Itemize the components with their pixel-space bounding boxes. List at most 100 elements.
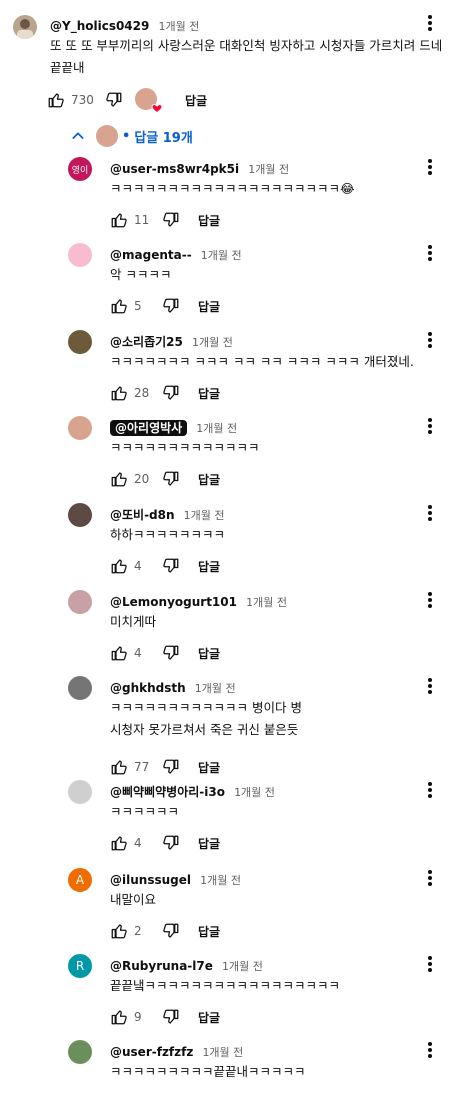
reply-time[interactable]: 1개월 전 bbox=[201, 249, 242, 262]
reply-author[interactable]: @magenta-- bbox=[110, 248, 192, 262]
reply-button[interactable]: 답글 bbox=[198, 558, 220, 575]
reply-button[interactable]: 답글 bbox=[198, 298, 220, 315]
reply-time[interactable]: 1개월 전 bbox=[192, 336, 233, 349]
reply-time[interactable]: 1개월 전 bbox=[195, 682, 236, 695]
reply-menu-icon[interactable] bbox=[420, 954, 440, 974]
comment-time[interactable]: 1개월 전 bbox=[158, 20, 199, 33]
reply-button[interactable]: 답글 bbox=[198, 385, 220, 402]
reply-author[interactable]: @삐약삐약병아리-i3o bbox=[110, 785, 225, 799]
dislike-icon[interactable] bbox=[162, 557, 180, 575]
like-icon[interactable] bbox=[110, 758, 128, 776]
reply-avatar[interactable] bbox=[68, 780, 92, 804]
reply-menu-icon[interactable] bbox=[420, 416, 440, 436]
reply-menu-icon[interactable] bbox=[420, 868, 440, 888]
like-icon[interactable] bbox=[110, 211, 128, 229]
like-icon[interactable] bbox=[110, 922, 128, 940]
reply-avatar[interactable]: 영이 bbox=[68, 157, 92, 181]
reply-avatar[interactable] bbox=[68, 1040, 92, 1064]
dislike-icon[interactable] bbox=[162, 211, 180, 229]
chevron-up-icon bbox=[72, 132, 84, 139]
reply-comment: @ghkhdsth 1개월 전 ㅋㅋㅋㅋㅋㅋㅋㅋㅋㅋㅋㅋ 병이다 병 시청자 못… bbox=[60, 676, 463, 756]
comment-author[interactable]: @Y_holics0429 bbox=[50, 19, 149, 33]
reply-time[interactable]: 1개월 전 bbox=[184, 509, 225, 522]
reply-avatar[interactable] bbox=[68, 416, 92, 440]
like-count: 4 bbox=[134, 646, 142, 660]
reply-button[interactable]: 답글 bbox=[198, 835, 220, 852]
reply-time[interactable]: 1개월 전 bbox=[200, 874, 241, 887]
reply-text: 끝끝냌ㅋㅋㅋㅋㅋㅋㅋㅋㅋㅋㅋㅋㅋㅋㅋㅋㅋ bbox=[110, 978, 341, 993]
reply-avatar[interactable]: A bbox=[68, 868, 92, 892]
reply-comment: @삐약삐약병아리-i3o 1개월 전 ㅋㅋㅋㅋㅋㅋ 4 답글 bbox=[60, 780, 463, 860]
like-icon[interactable] bbox=[110, 644, 128, 662]
reply-actions: 4 답글 bbox=[110, 832, 220, 854]
reply-menu-icon[interactable] bbox=[420, 503, 440, 523]
reply-avatar[interactable] bbox=[68, 503, 92, 527]
reply-time[interactable]: 1개월 전 bbox=[196, 422, 237, 435]
like-count: 5 bbox=[134, 299, 142, 313]
like-icon[interactable] bbox=[110, 557, 128, 575]
dislike-icon[interactable] bbox=[162, 470, 180, 488]
like-icon[interactable] bbox=[110, 384, 128, 402]
dislike-icon[interactable] bbox=[162, 384, 180, 402]
reply-author[interactable]: @아리영박사 bbox=[110, 420, 188, 436]
reply-button[interactable]: 답글 bbox=[198, 1009, 220, 1026]
like-count: 11 bbox=[134, 213, 150, 227]
reply-actions: 28 답글 bbox=[110, 382, 220, 404]
reply-avatar[interactable] bbox=[68, 590, 92, 614]
reply-button[interactable]: 답글 bbox=[198, 471, 220, 488]
reply-author[interactable]: @user-fzfzfz bbox=[110, 1045, 193, 1059]
reply-menu-icon[interactable] bbox=[420, 1040, 440, 1060]
top-comment: @Y_holics0429 1개월 전 또 또 또 부부끼리의 사랑스러운 대화… bbox=[0, 0, 463, 118]
reply-time[interactable]: 1개월 전 bbox=[202, 1046, 243, 1059]
reply-menu-icon[interactable] bbox=[420, 780, 440, 800]
like-count: 20 bbox=[134, 472, 150, 486]
replies-toggle-button[interactable]: • 답글 19개 bbox=[70, 122, 193, 150]
reply-avatar[interactable] bbox=[68, 676, 92, 700]
dislike-icon[interactable] bbox=[162, 834, 180, 852]
reply-menu-icon[interactable] bbox=[420, 676, 440, 696]
top-comment-avatar[interactable] bbox=[13, 15, 37, 39]
reply-avatar[interactable] bbox=[68, 330, 92, 354]
reply-avatar[interactable] bbox=[68, 243, 92, 267]
dislike-icon[interactable] bbox=[162, 297, 180, 315]
reply-actions: 4 답글 bbox=[110, 555, 220, 577]
reply-menu-icon[interactable] bbox=[420, 157, 440, 177]
reply-author[interactable]: @또비-d8n bbox=[110, 508, 175, 522]
reply-author[interactable]: @Lemonyogurt101 bbox=[110, 595, 237, 609]
reply-time[interactable]: 1개월 전 bbox=[222, 960, 263, 973]
reply-button[interactable]: 답글 bbox=[198, 759, 220, 776]
comment-menu-icon[interactable] bbox=[420, 13, 440, 33]
reply-avatar[interactable]: R bbox=[68, 954, 92, 978]
like-icon[interactable] bbox=[110, 470, 128, 488]
like-icon[interactable] bbox=[47, 91, 65, 109]
reply-comment: R @Rubyruna-l7e 1개월 전 끝끝냌ㅋㅋㅋㅋㅋㅋㅋㅋㅋㅋㅋㅋㅋㅋㅋ… bbox=[60, 954, 463, 1034]
like-icon[interactable] bbox=[110, 297, 128, 315]
reply-time[interactable]: 1개월 전 bbox=[248, 163, 289, 176]
reply-menu-icon[interactable] bbox=[420, 243, 440, 263]
reply-time[interactable]: 1개월 전 bbox=[234, 786, 275, 799]
reply-author[interactable]: @ghkhdsth bbox=[110, 681, 186, 695]
dislike-icon[interactable] bbox=[162, 1008, 180, 1026]
reply-author[interactable]: @ilunssugel bbox=[110, 873, 191, 887]
like-icon[interactable] bbox=[110, 1008, 128, 1026]
reply-button[interactable]: 답글 bbox=[198, 212, 220, 229]
comment-text: 또 또 또 부부끼리의 사랑스러운 대화인척 빙자하고 시청자들 가르치려 드네… bbox=[50, 38, 443, 75]
reply-menu-icon[interactable] bbox=[420, 330, 440, 350]
dislike-icon[interactable] bbox=[105, 91, 123, 109]
reply-actions: 9 답글 bbox=[110, 1006, 220, 1028]
reply-button[interactable]: 답글 bbox=[198, 923, 220, 940]
like-count: 77 bbox=[134, 760, 150, 774]
reply-menu-icon[interactable] bbox=[420, 590, 440, 610]
reply-time[interactable]: 1개월 전 bbox=[246, 596, 287, 609]
like-count: 4 bbox=[134, 559, 142, 573]
reply-comment: 영이 @user-ms8wr4pk5i 1개월 전 ㅋㅋㅋㅋㅋㅋㅋㅋㅋㅋㅋㅋㅋㅋ… bbox=[60, 157, 463, 237]
dislike-icon[interactable] bbox=[162, 758, 180, 776]
dislike-icon[interactable] bbox=[162, 644, 180, 662]
reply-author[interactable]: @user-ms8wr4pk5i bbox=[110, 162, 239, 176]
like-icon[interactable] bbox=[110, 834, 128, 852]
dislike-icon[interactable] bbox=[162, 922, 180, 940]
reply-button[interactable]: 답글 bbox=[198, 645, 220, 662]
reply-button[interactable]: 답글 bbox=[185, 92, 207, 109]
reply-author[interactable]: @소리좁기25 bbox=[110, 335, 183, 349]
reply-author[interactable]: @Rubyruna-l7e bbox=[110, 959, 213, 973]
